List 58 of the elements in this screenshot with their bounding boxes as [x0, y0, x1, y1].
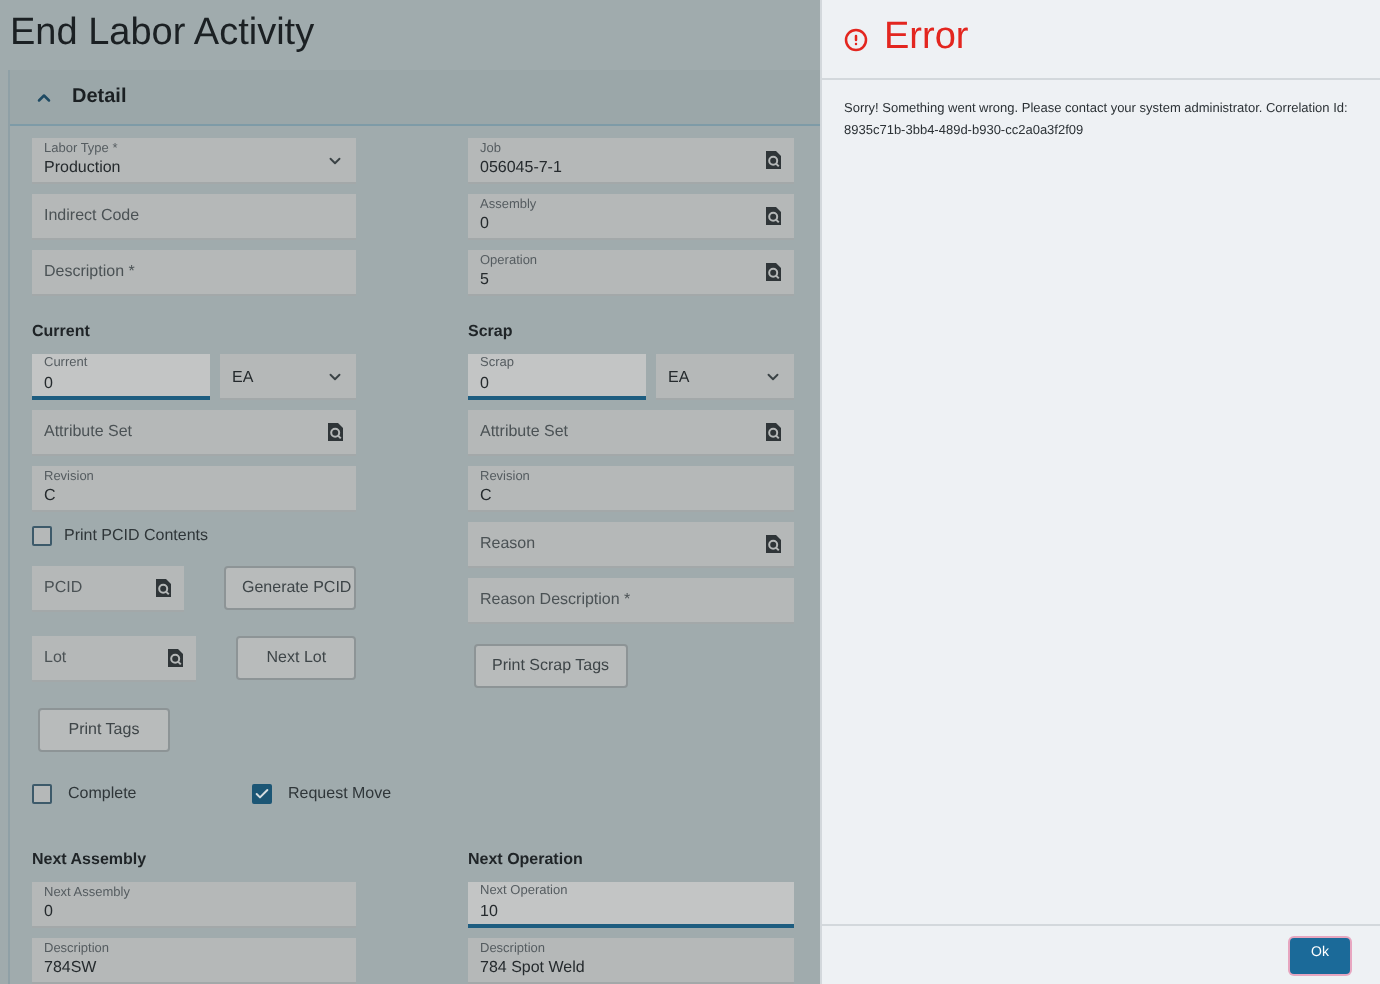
field-value: 784 Spot Weld	[480, 960, 587, 977]
field-value: C	[44, 488, 58, 505]
lookup-icon[interactable]	[764, 422, 782, 442]
section-heading: Current	[32, 320, 92, 344]
action-button[interactable]: Next Lot	[236, 636, 356, 680]
lookup-icon[interactable]	[166, 647, 185, 667]
input-field[interactable]: Reason	[468, 522, 794, 568]
lookup-icon[interactable]	[154, 577, 172, 597]
input-field[interactable]: PCID	[32, 565, 184, 611]
lookup-icon[interactable]	[764, 206, 782, 226]
error-title: Error	[884, 14, 969, 63]
checkbox[interactable]	[32, 783, 52, 803]
checkbox[interactable]	[32, 525, 52, 545]
section-heading: Next Assembly	[32, 848, 149, 872]
input-field[interactable]: Description *	[32, 250, 356, 296]
section-heading: Next Operation	[468, 848, 585, 872]
field-value: 5	[480, 272, 491, 289]
field-placeholder: Lot	[44, 649, 69, 665]
field-placeholder: Attribute Set	[44, 424, 135, 440]
field-value: 0	[480, 375, 491, 392]
dropdown-field[interactable]: EA	[220, 354, 356, 400]
field-placeholder: Reason	[480, 536, 538, 552]
input-field[interactable]: Attribute Set	[32, 410, 356, 456]
lookup-icon[interactable]	[326, 422, 344, 442]
checkbox[interactable]	[252, 783, 272, 803]
action-button[interactable]: Print Scrap Tags	[474, 644, 628, 688]
field-placeholder: Reason Description *	[480, 592, 633, 608]
input-field[interactable]: Indirect Code	[32, 194, 356, 240]
checkbox-label: Print PCID Contents	[64, 523, 209, 547]
field-placeholder: Attribute Set	[480, 424, 571, 440]
error-icon	[844, 27, 868, 51]
field-value: 784SW	[44, 960, 99, 977]
field-value: Production	[44, 160, 123, 177]
field-value: EA	[232, 370, 256, 386]
field-value: 10	[480, 903, 500, 920]
action-button[interactable]: Generate PCID	[224, 566, 356, 610]
dropdown-field[interactable]: EA	[656, 354, 794, 400]
lookup-icon[interactable]	[764, 150, 782, 170]
field-value: EA	[668, 370, 692, 386]
lookup-icon[interactable]	[764, 534, 782, 554]
field-value: 0	[44, 904, 55, 921]
field-value: 0	[480, 216, 491, 233]
checkbox-label: Complete	[68, 781, 137, 805]
input-field[interactable]: Lot	[32, 635, 197, 681]
field-value: 056045-7-1	[480, 160, 564, 177]
action-button[interactable]: Print Tags	[38, 708, 170, 752]
page-title: End Labor Activity	[8, 10, 317, 59]
detail-section-header[interactable]: Detail	[10, 70, 820, 126]
input-field[interactable]: Reason Description *	[468, 578, 794, 624]
section-heading: Scrap	[468, 320, 515, 344]
field-placeholder: Description *	[44, 264, 137, 280]
checkbox-label: Request Move	[288, 781, 392, 805]
field-placeholder: PCID	[44, 579, 85, 595]
field-value: C	[480, 488, 494, 505]
field-value: 0	[44, 375, 55, 392]
lookup-icon[interactable]	[764, 262, 782, 282]
field-placeholder: Indirect Code	[44, 208, 142, 224]
input-field[interactable]: Attribute Set	[468, 410, 794, 456]
